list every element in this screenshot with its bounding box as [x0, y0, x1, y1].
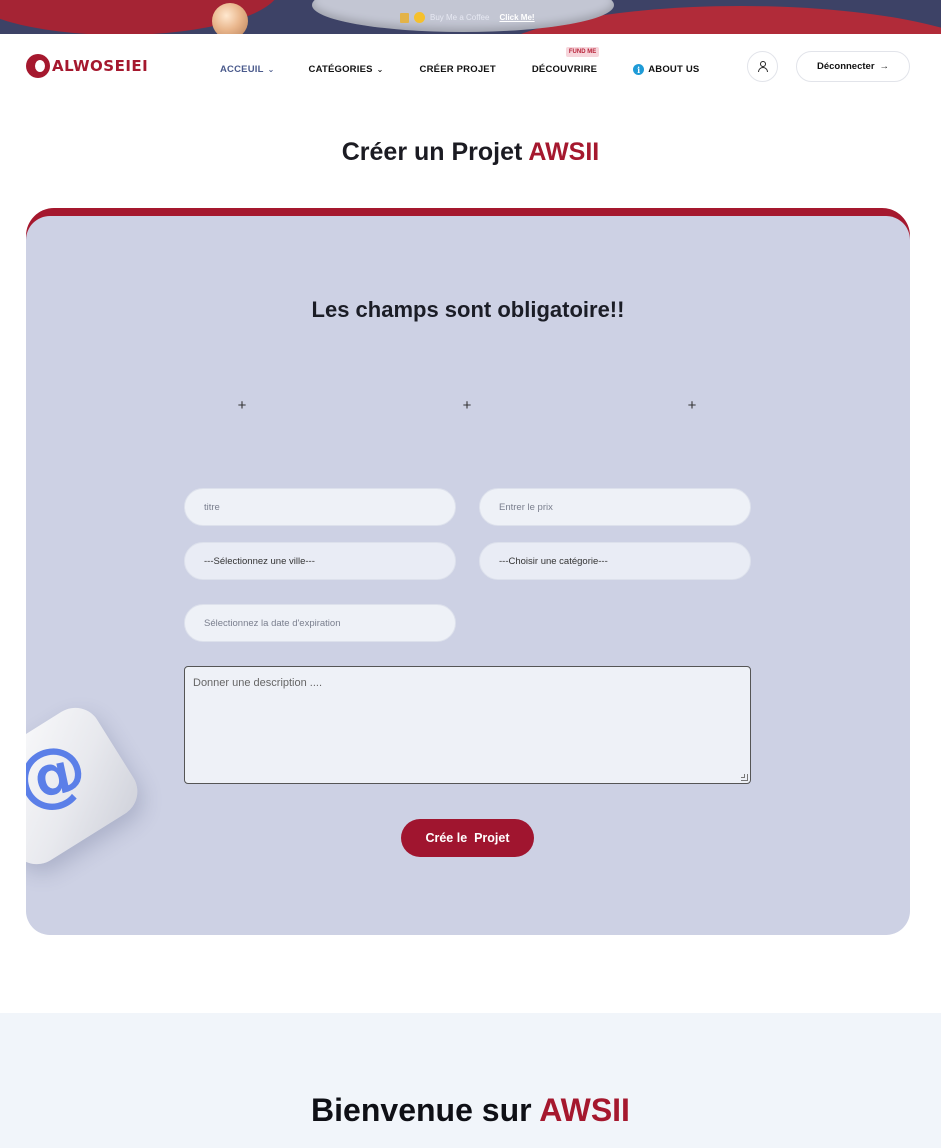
nav-item-label: CATÉGORIES — [308, 64, 373, 75]
main-nav: ACCEUIL ⌄ CATÉGORIES ⌄ CRÉER PROJET FUND… — [220, 47, 699, 75]
nav-item-label: ACCEUIL — [220, 64, 264, 75]
heart-eyes-emoji-icon — [414, 12, 425, 23]
category-select[interactable]: ---Choisir une catégorie--- — [479, 542, 751, 580]
create-project-button[interactable]: Crée le Projet — [401, 819, 534, 857]
site-header: ALWOSEIEI ACCEUIL ⌄ CATÉGORIES ⌄ CRÉER P… — [0, 34, 941, 102]
image-upload-slot-2[interactable]: + — [459, 397, 475, 414]
page-title: Créer un Projet AWSII — [0, 138, 941, 167]
nav-item-decouvrire[interactable]: FUND ME DÉCOUVRIRE — [531, 47, 600, 75]
page-title-prefix: Créer un Projet — [341, 138, 523, 166]
nav-item-label: ABOUT US — [648, 64, 700, 75]
logout-label: Déconnecter — [816, 61, 875, 72]
logo-text: ALWOSEIEI — [52, 57, 149, 75]
nav-item-about-us[interactable]: i ABOUT US — [633, 64, 699, 75]
promo-text: Buy Me a Coffee — [430, 13, 490, 22]
nav-item-label: DÉCOUVRIRE — [531, 64, 598, 75]
title-input[interactable]: titre — [184, 488, 456, 526]
promo-ball-decoration — [212, 3, 248, 34]
user-account-button[interactable] — [747, 51, 778, 82]
welcome-title-accent: AWSII — [539, 1092, 630, 1128]
nav-item-acceuil[interactable]: ACCEUIL ⌄ — [220, 64, 275, 75]
logout-button[interactable]: Déconnecter → — [796, 51, 910, 82]
welcome-title: Bienvenue sur AWSII — [0, 1092, 941, 1129]
form-heading: Les champs sont obligatoire!! — [311, 297, 625, 322]
promo-click-me-link[interactable]: Click Me! — [499, 13, 534, 22]
nav-item-label: CRÉER PROJET — [419, 64, 496, 75]
description-placeholder: Donner une description .... — [193, 677, 323, 689]
promo-bar: Buy Me a Coffee Click Me! — [0, 0, 941, 34]
description-textarea[interactable]: Donner une description .... — [184, 666, 751, 784]
image-upload-slot-3[interactable]: + — [684, 397, 700, 414]
site-logo[interactable]: ALWOSEIEI — [26, 54, 148, 78]
image-upload-slot-1[interactable]: + — [234, 397, 250, 414]
nav-item-creer-projet[interactable]: CRÉER PROJET — [420, 64, 496, 75]
fund-me-badge: FUND ME — [565, 47, 600, 57]
promo-text-row: Buy Me a Coffee Click Me! — [400, 12, 535, 23]
logo-mark-icon — [26, 54, 50, 78]
chevron-down-icon: ⌄ — [376, 65, 384, 74]
nav-item-categories[interactable]: CATÉGORIES ⌄ — [309, 64, 384, 75]
resize-handle-icon[interactable] — [741, 774, 748, 781]
city-select[interactable]: ---Sélectionnez une ville--- — [184, 542, 456, 580]
coffee-cup-icon — [400, 12, 409, 23]
welcome-section: Bienvenue sur AWSII — [0, 1013, 941, 1148]
price-input[interactable]: Entrer le prix — [479, 488, 751, 526]
page-title-accent: AWSII — [528, 138, 600, 166]
chevron-down-icon: ⌄ — [267, 65, 275, 74]
user-icon — [757, 61, 768, 72]
create-project-card: @ Les champs sont obligatoire!! + + + ti… — [26, 208, 910, 935]
expiration-date-input[interactable]: Sélectionnez la date d'expiration — [184, 604, 456, 642]
info-icon: i — [633, 64, 645, 75]
welcome-title-prefix: Bienvenue sur — [311, 1092, 532, 1128]
create-project-form: @ Les champs sont obligatoire!! + + + ti… — [26, 216, 910, 935]
arrow-right-icon: → — [879, 61, 890, 72]
